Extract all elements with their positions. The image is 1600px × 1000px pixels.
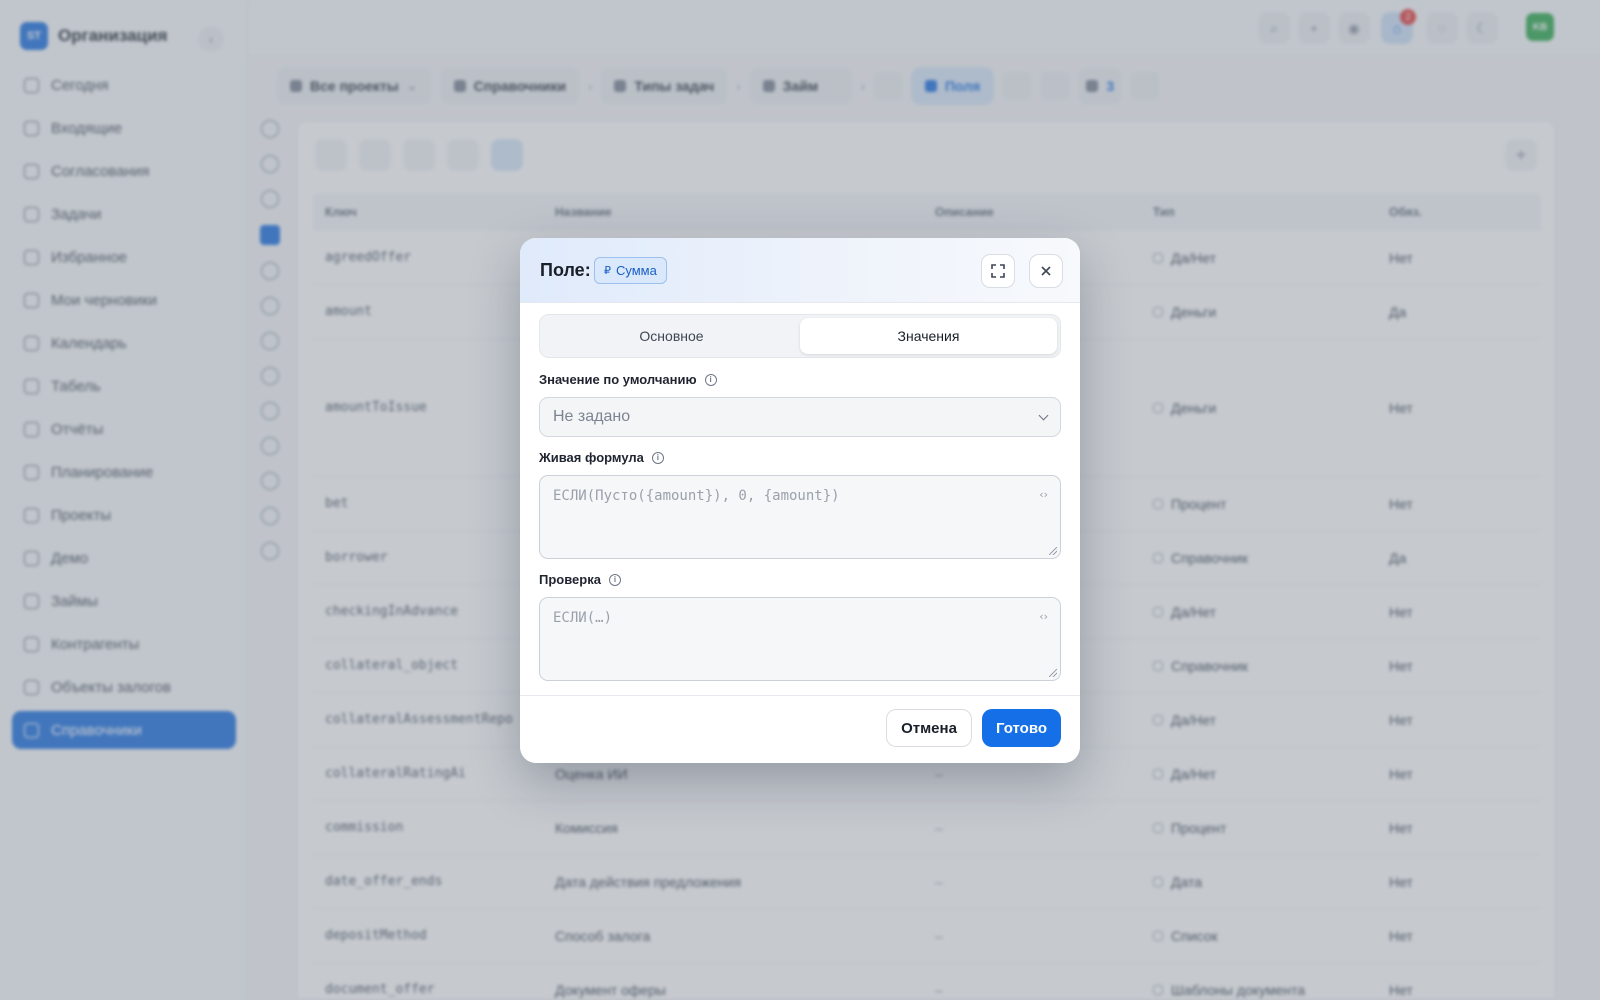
live-formula-label-row: Живая формула i [539, 450, 664, 465]
live-formula-textarea[interactable]: ЕСЛИ(Пусто({amount}), 0, {amount}) ‹› [539, 475, 1061, 559]
modal-header: Поле: ₽ Сумма [520, 238, 1080, 303]
default-value-label-row: Значение по умолчанию i [539, 372, 717, 387]
close-button[interactable] [1029, 254, 1063, 288]
validation-label: Проверка [539, 572, 601, 587]
info-icon[interactable]: i [608, 573, 621, 586]
modal-tabs: Основное Значения [539, 314, 1061, 358]
modal-title: Поле: [540, 260, 591, 280]
default-value-selected: Не задано [553, 408, 631, 425]
resize-handle-icon[interactable] [1049, 669, 1057, 677]
expand-icon [991, 264, 1005, 278]
field-chip: ₽ Сумма [594, 257, 667, 284]
code-icon[interactable]: ‹› [1039, 610, 1048, 623]
info-icon[interactable]: i [704, 373, 717, 386]
chevron-down-icon [1038, 410, 1049, 420]
live-formula-placeholder: ЕСЛИ(Пусто({amount}), 0, {amount}) [553, 488, 840, 504]
close-icon [1041, 266, 1051, 276]
field-chip-label: Сумма [616, 263, 657, 278]
expand-button[interactable] [981, 254, 1015, 288]
tab-basic[interactable]: Основное [543, 318, 800, 354]
default-value-select[interactable]: Не задано [539, 397, 1061, 437]
tab-values[interactable]: Значения [800, 318, 1057, 354]
validation-placeholder: ЕСЛИ(…) [553, 610, 613, 626]
ruble-icon: ₽ [604, 265, 611, 277]
info-icon[interactable]: i [651, 451, 664, 464]
cancel-button[interactable]: Отмена [886, 709, 972, 747]
live-formula-label: Живая формула [539, 450, 644, 465]
validation-label-row: Проверка i [539, 572, 621, 587]
field-settings-modal: Поле: ₽ Сумма Основное Значения Значение… [520, 238, 1080, 763]
done-button[interactable]: Готово [982, 709, 1061, 747]
resize-handle-icon[interactable] [1049, 547, 1057, 555]
validation-textarea[interactable]: ЕСЛИ(…) ‹› [539, 597, 1061, 681]
default-value-label: Значение по умолчанию [539, 372, 697, 387]
code-icon[interactable]: ‹› [1039, 488, 1048, 501]
modal-footer: Отмена Готово [520, 695, 1080, 763]
